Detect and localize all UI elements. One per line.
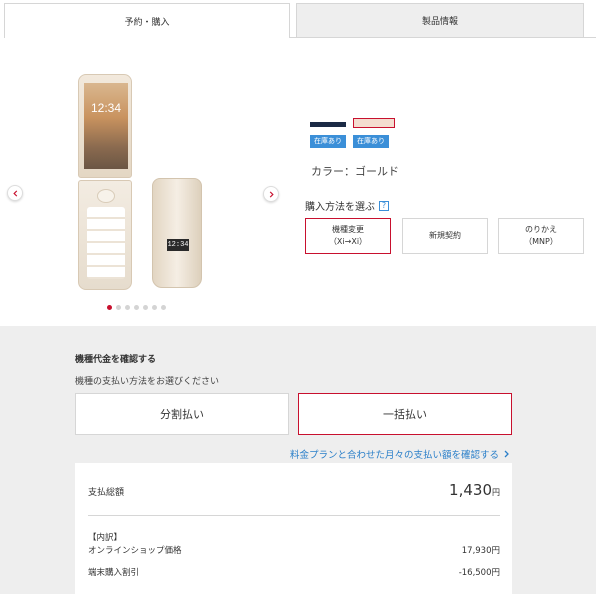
stock-badge: 在庫あり xyxy=(353,135,389,148)
method-sublabel: （Xi→Xi） xyxy=(328,237,368,246)
carousel-next-button[interactable] xyxy=(263,186,279,202)
method-label: 新規契約 xyxy=(429,231,461,240)
lump-sum-label: 一括払い xyxy=(383,408,427,421)
carousel-dot[interactable] xyxy=(161,305,166,310)
discount-label: 端末購入割引 xyxy=(88,568,140,578)
price-summary-card: 支払総額 1,430円 【内訳】 オンラインショップ価格 17,930円 端末購… xyxy=(75,463,512,594)
tab-bar: 予約・購入 製品情報 xyxy=(0,0,596,38)
carousel-dot[interactable] xyxy=(116,305,121,310)
total-unit: 円 xyxy=(492,488,500,497)
method-mnp-button[interactable]: のりかえ （MNP） xyxy=(498,218,584,254)
total-amount: 1,430 xyxy=(449,481,492,499)
method-label: 機種変更 xyxy=(332,225,364,234)
lump-sum-button[interactable]: 一括払い xyxy=(298,393,512,435)
phone-top-half: 12:34 xyxy=(78,74,132,178)
buy-method-label: 購入方法を選ぶ xyxy=(305,202,375,213)
color-label: カラー：ゴールド xyxy=(311,165,399,178)
carousel-dots xyxy=(107,305,166,310)
stock-badge: 在庫あり xyxy=(310,135,346,148)
chevron-right-icon xyxy=(269,190,274,198)
tab-reserve-purchase[interactable]: 予約・購入 xyxy=(4,3,290,38)
carousel-prev-button[interactable] xyxy=(7,185,23,201)
carousel-dot[interactable] xyxy=(152,305,157,310)
tab-info-label: 製品情報 xyxy=(421,17,458,27)
carousel-dot[interactable] xyxy=(107,305,112,310)
carousel-dot[interactable] xyxy=(143,305,148,310)
method-sublabel: （MNP） xyxy=(524,237,558,246)
installment-button[interactable]: 分割払い xyxy=(75,393,289,435)
method-model-change-button[interactable]: 機種変更 （Xi→Xi） xyxy=(305,218,391,254)
carousel-dot[interactable] xyxy=(134,305,139,310)
plan-link-label: 料金プランと合わせた月々の支払い額を確認する xyxy=(290,450,500,461)
phone-dpad xyxy=(97,189,115,203)
payment-section: 機種代金を確認する 機種の支払い方法をお選びください 分割払い 一括払い 料金プ… xyxy=(0,326,596,594)
color-swatch-navy[interactable] xyxy=(310,122,346,127)
divider xyxy=(88,515,500,516)
phone-closed-image: 12:34 xyxy=(152,178,202,288)
phone-screen-time: 12:34 xyxy=(90,101,122,115)
carousel-dot[interactable] xyxy=(125,305,130,310)
tab-product-info[interactable]: 製品情報 xyxy=(296,3,584,38)
total-value: 1,430円 xyxy=(449,481,500,499)
tab-reserve-label: 予約・購入 xyxy=(124,17,170,28)
plan-link[interactable]: 料金プランと合わせた月々の支払い額を確認する xyxy=(290,447,510,461)
phone-keys xyxy=(87,207,125,279)
product-section: 12:34 12:34 在庫あり 在庫あり カラー：ゴールド 購入方法を選ぶ ?… xyxy=(0,38,596,326)
help-icon[interactable]: ? xyxy=(379,200,389,211)
total-label: 支払総額 xyxy=(88,488,125,498)
online-price-value: 17,930円 xyxy=(461,546,500,556)
payment-title: 機種代金を確認する xyxy=(75,355,157,365)
installment-label: 分割払い xyxy=(160,408,204,421)
buy-method-heading: 購入方法を選ぶ ? xyxy=(305,198,389,213)
payment-subtitle: 機種の支払い方法をお選びください xyxy=(75,377,220,387)
phone-open-image: 12:34 xyxy=(78,74,132,290)
phone-keypad-half xyxy=(78,180,132,290)
discount-value: -16,500円 xyxy=(458,568,500,578)
color-swatch-gold[interactable] xyxy=(353,118,395,128)
method-label: のりかえ xyxy=(525,225,557,234)
chevron-left-icon xyxy=(12,189,17,197)
method-new-contract-button[interactable]: 新規契約 xyxy=(402,218,488,254)
phone-screen: 12:34 xyxy=(84,83,128,169)
breakdown-label: 【内訳】 xyxy=(88,533,123,543)
online-price-label: オンラインショップ価格 xyxy=(88,546,182,556)
chevron-right-icon xyxy=(504,450,509,458)
phone-closed-display: 12:34 xyxy=(167,239,189,251)
